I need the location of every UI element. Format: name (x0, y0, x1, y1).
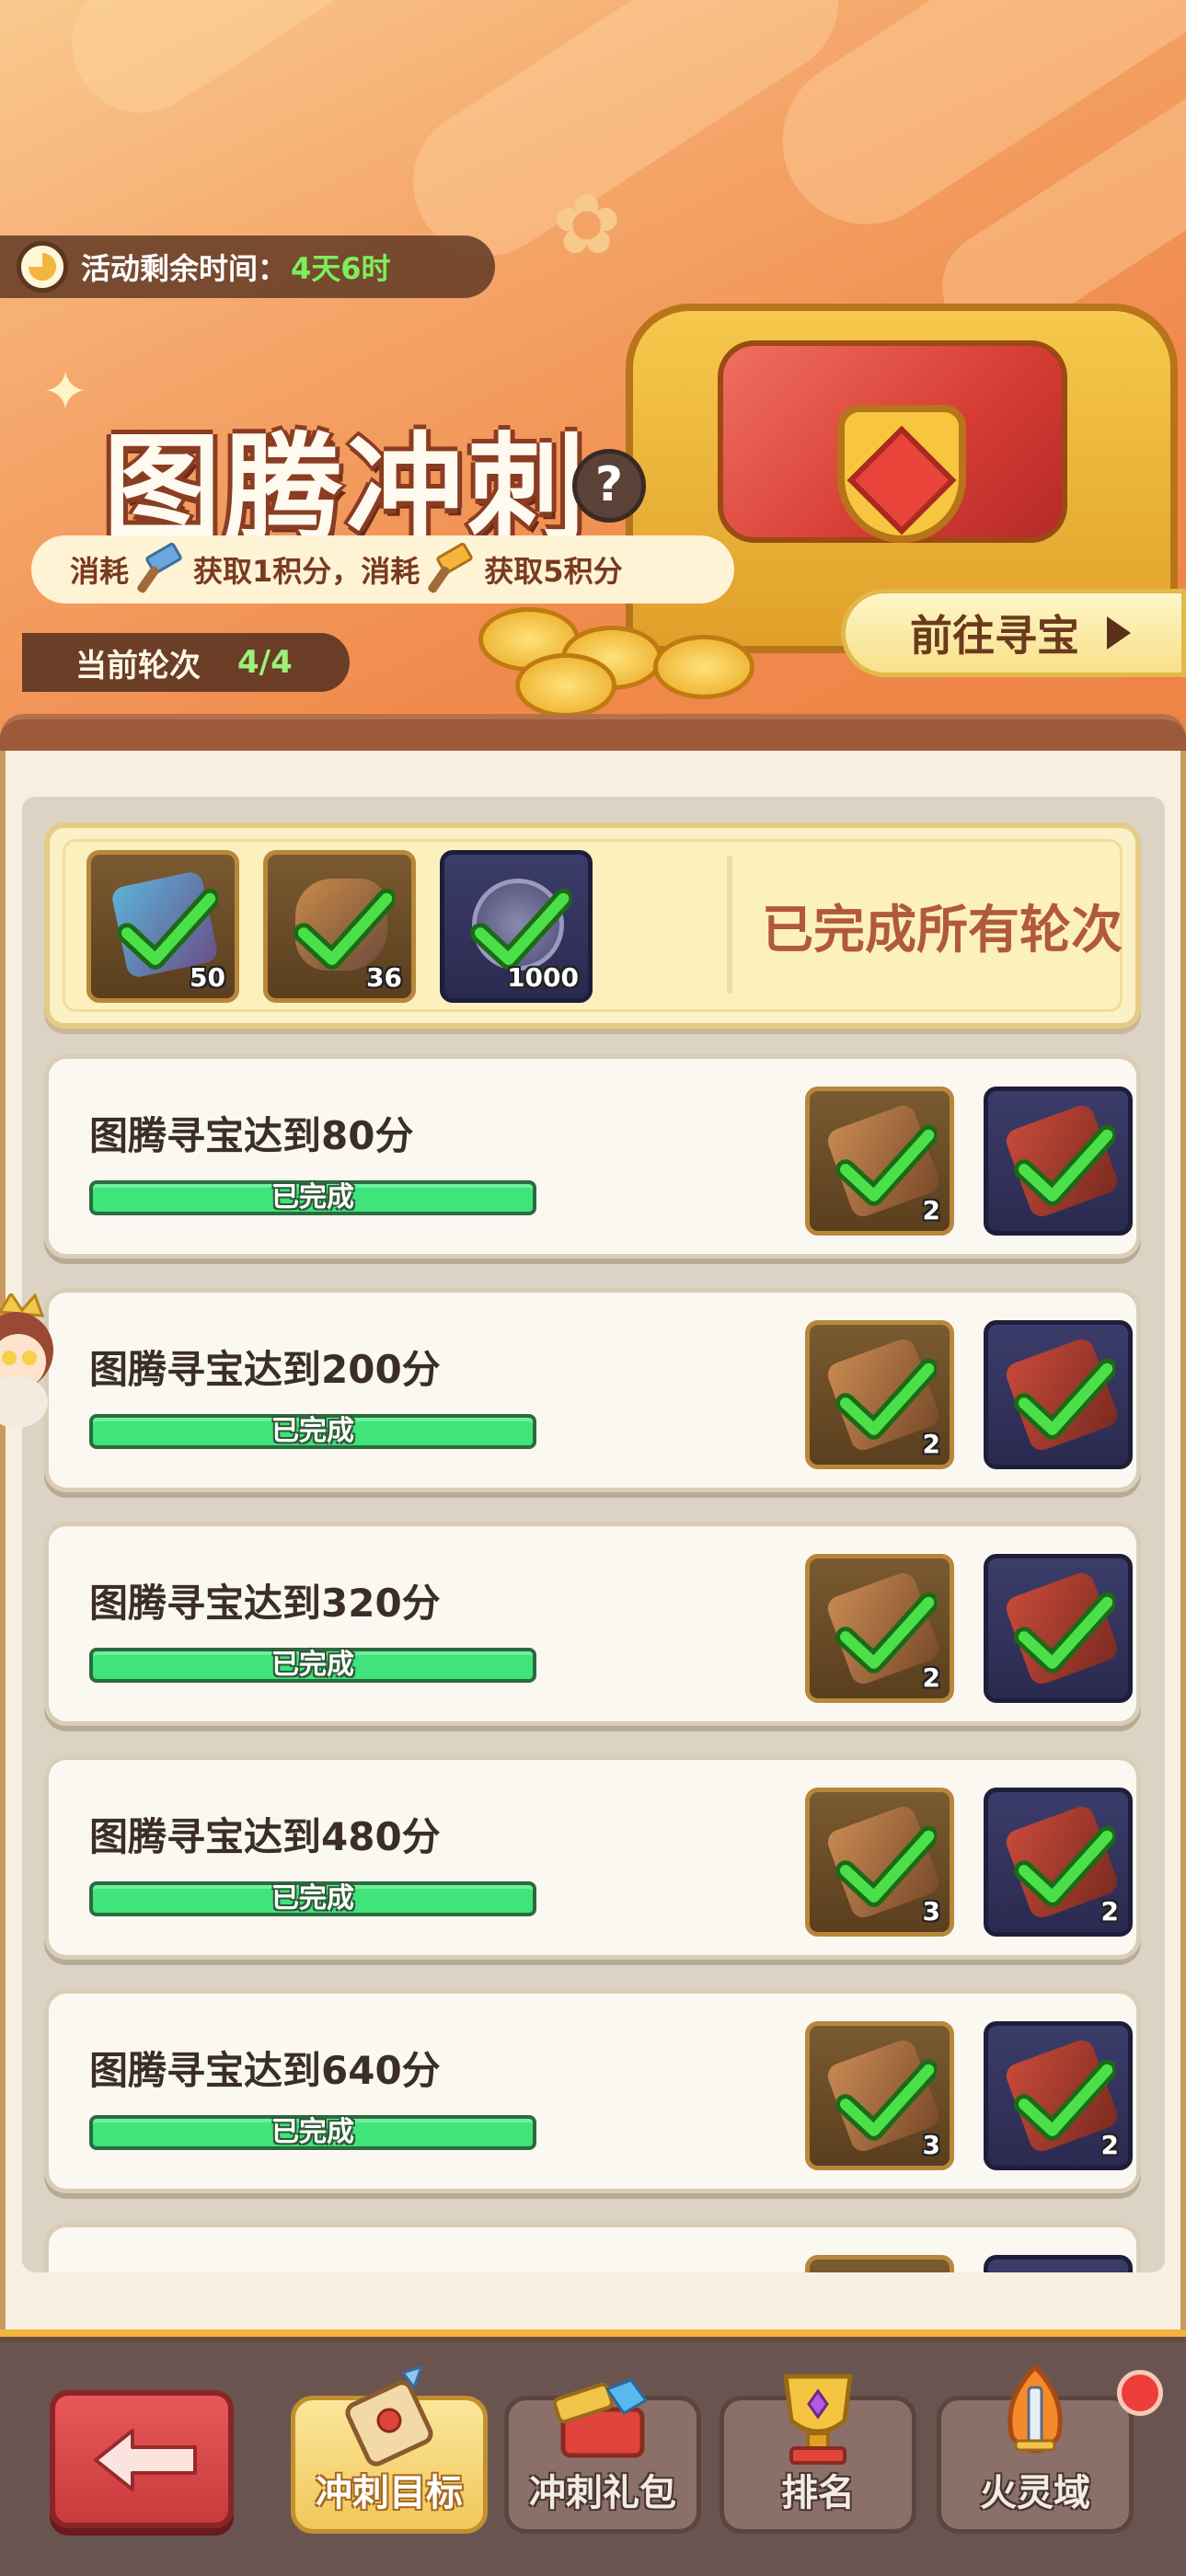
check-icon (835, 1124, 937, 1206)
timer-value: 4天6时 (291, 251, 391, 286)
round-label: 当前轮次 (75, 647, 201, 684)
task-title: 图腾寻宝达到480分 (89, 1814, 441, 1859)
tab-label: 冲刺目标 (316, 2472, 463, 2514)
reward-item[interactable] (984, 1554, 1133, 1703)
gift-chest-icon (553, 2378, 649, 2458)
play-arrow-icon (1107, 616, 1131, 650)
reward-count: 2 (1100, 2130, 1119, 2160)
reward-item[interactable]: 50 (86, 850, 239, 1003)
reward-item[interactable] (984, 1320, 1133, 1469)
timer-label: 活动剩余时间： (81, 251, 288, 286)
task-card: 图腾寻宝达到480分 已完成 3 2 (44, 1755, 1141, 1960)
task-card: 图腾寻宝达到80分 已完成 2 (44, 1054, 1141, 1259)
check-icon (835, 2059, 937, 2141)
sparkle-icon: ✦ (42, 360, 89, 424)
task-card: 图腾寻宝达到640分 已完成 3 2 (44, 1989, 1141, 2193)
round-value: 4/4 (237, 644, 293, 681)
reward-item[interactable]: 2 (984, 2021, 1133, 2170)
progress-label: 已完成 (271, 1649, 354, 1681)
reward-item[interactable]: 2 (984, 1788, 1133, 1937)
reward-count: 2 (922, 1195, 940, 1225)
reward-item[interactable] (805, 2255, 954, 2272)
clock-icon (17, 241, 68, 293)
tab-label: 冲刺礼包 (529, 2472, 676, 2514)
flame-sword-icon (1008, 2363, 1063, 2454)
reward-count: 2 (922, 1662, 940, 1693)
progress-bar: 已完成 (89, 1414, 536, 1449)
reward-item[interactable]: 36 (263, 850, 416, 1003)
reward-count: 3 (922, 1896, 940, 1926)
event-banner: ✦ ✿ 活动剩余时间： 4天6时 图腾冲刺 ? 消耗 获取1积分，消耗 获取5积… (0, 0, 1186, 736)
progress-bar: 已完成 (89, 1180, 536, 1215)
task-card: 图腾寻宝达到200分 已完成 2 (44, 1288, 1141, 1492)
reward-count: 1000 (507, 962, 579, 993)
rule-text: 获取5积分 (484, 554, 623, 589)
task-card: 图腾寻宝达到320分 已完成 2 (44, 1522, 1141, 1726)
blue-hammer-icon (135, 541, 186, 594)
score-rule: 消耗 获取1积分，消耗 获取5积分 (31, 535, 734, 604)
go-treasure-button[interactable]: 前往寻宝 (841, 589, 1186, 677)
tab-sprint-gift[interactable]: 冲刺礼包 (504, 2378, 701, 2534)
notification-badge (1117, 2370, 1163, 2416)
task-card (44, 2223, 1141, 2272)
gold-hammer-icon (427, 541, 477, 594)
flower-icon: ✿ (552, 177, 622, 273)
banner-stripe (45, 0, 415, 140)
divider (727, 856, 732, 994)
tab-label: 火灵域 (980, 2472, 1090, 2514)
progress-label: 已完成 (271, 1415, 354, 1447)
task-title: 图腾寻宝达到320分 (89, 1581, 441, 1626)
trophy-icon (783, 2374, 853, 2465)
reward-count: 2 (1100, 1896, 1119, 1926)
back-arrow-icon (94, 2429, 197, 2491)
progress-label: 已完成 (271, 1181, 354, 1213)
check-icon (1014, 1124, 1115, 1206)
character-avatar[interactable] (0, 1291, 70, 1432)
rule-text: 获取1积分，消耗 (193, 554, 420, 589)
tab-fire-realm[interactable]: 火灵域 (937, 2363, 1134, 2534)
check-icon (1014, 1825, 1115, 1907)
go-treasure-label: 前往寻宝 (910, 611, 1079, 661)
progress-bar: 已完成 (89, 2115, 536, 2150)
progress-label: 已完成 (271, 2116, 354, 2148)
reward-item[interactable]: 2 (805, 1087, 954, 1236)
all-rounds-complete-label: 已完成所有轮次 (762, 900, 1123, 960)
task-title: 图腾寻宝达到640分 (89, 2048, 441, 2093)
reward-count: 3 (922, 2130, 940, 2160)
check-icon (1014, 2059, 1115, 2141)
panel-frame (0, 714, 1186, 751)
check-icon (835, 1825, 937, 1907)
back-button[interactable] (50, 2390, 234, 2528)
task-title: 图腾寻宝达到200分 (89, 1347, 441, 1392)
check-icon (1014, 1358, 1115, 1440)
reward-count: 2 (922, 1429, 940, 1459)
rule-text: 消耗 (70, 554, 130, 589)
reward-item[interactable]: 1000 (440, 850, 593, 1003)
event-timer: 活动剩余时间： 4天6时 (0, 236, 495, 298)
reward-count: 36 (366, 962, 402, 993)
task-title: 图腾寻宝达到80分 (89, 1113, 414, 1158)
scroll-icon (345, 2364, 433, 2467)
tab-sprint-goals[interactable]: 冲刺目标 (291, 2364, 488, 2534)
tab-label: 排名 (781, 2472, 855, 2514)
progress-bar: 已完成 (89, 1648, 536, 1683)
progress-label: 已完成 (271, 1882, 354, 1915)
current-round: 当前轮次 4/4 (22, 633, 350, 692)
reward-item[interactable]: 3 (805, 2021, 954, 2170)
reward-item[interactable] (984, 2255, 1133, 2272)
reward-item[interactable]: 2 (805, 1320, 954, 1469)
progress-bar: 已完成 (89, 1881, 536, 1916)
help-button[interactable]: ? (572, 449, 646, 523)
task-list[interactable]: 50 36 1000 已完成所有轮次 图腾寻宝达到80分 已完成 2 图腾寻宝达… (22, 797, 1165, 2272)
reward-count: 50 (190, 962, 225, 993)
reward-item[interactable]: 3 (805, 1788, 954, 1937)
tab-ranking[interactable]: 排名 (720, 2374, 916, 2534)
reward-item[interactable] (984, 1087, 1133, 1236)
check-icon (835, 1592, 937, 1673)
reward-item[interactable]: 2 (805, 1554, 954, 1703)
check-icon (835, 1358, 937, 1440)
round-summary-card: 50 36 1000 已完成所有轮次 (44, 822, 1141, 1029)
check-icon (1014, 1592, 1115, 1673)
